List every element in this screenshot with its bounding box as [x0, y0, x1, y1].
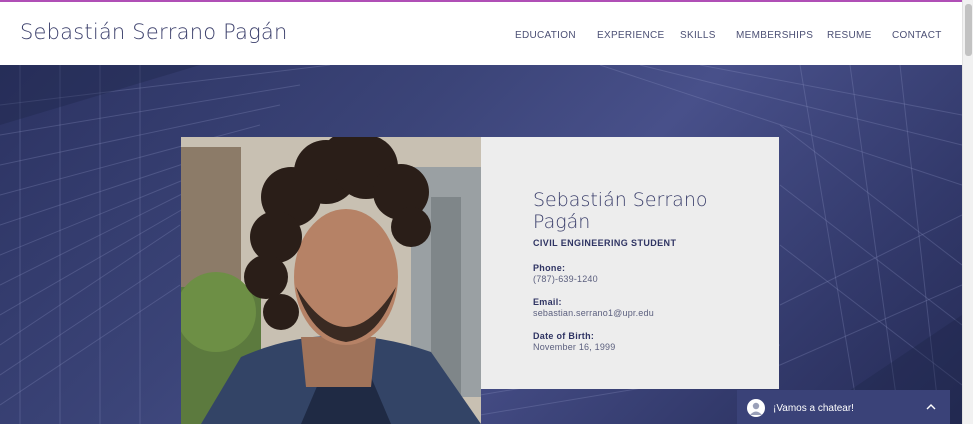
nav-experience[interactable]: EXPERIENCE — [597, 30, 664, 41]
chat-label: ¡Vamos a chatear! — [773, 403, 854, 414]
phone-label: Phone: — [533, 263, 566, 273]
site-header: Sebastián Serrano Pagán EDUCATION EXPERI… — [0, 2, 962, 65]
email-value: sebastian.serrano1@upr.edu — [533, 308, 654, 318]
scrollbar-thumb[interactable] — [965, 4, 972, 56]
hero-section: Sebastián Serrano Pagán CIVIL ENGINEERIN… — [0, 65, 962, 424]
profile-photo — [181, 137, 481, 424]
chat-widget[interactable]: ¡Vamos a chatear! — [737, 390, 950, 424]
profile-role: CIVIL ENGINEERING STUDENT — [533, 238, 677, 248]
user-icon — [747, 399, 765, 417]
nav-skills[interactable]: SKILLS — [680, 30, 716, 41]
dob-label: Date of Birth: — [533, 331, 595, 341]
page-scrollbar[interactable] — [962, 0, 973, 424]
nav-resume[interactable]: RESUME — [827, 30, 872, 41]
nav-memberships[interactable]: MEMBERSHIPS — [736, 30, 813, 41]
profile-card: Sebastián Serrano Pagán CIVIL ENGINEERIN… — [481, 137, 779, 389]
nav-contact[interactable]: CONTACT — [892, 30, 942, 41]
chevron-up-icon[interactable] — [925, 401, 937, 413]
main-nav: EDUCATION EXPERIENCE SKILLS MEMBERSHIPS … — [0, 30, 962, 44]
profile-name: Sebastián Serrano Pagán — [533, 189, 708, 233]
phone-value: (787)-639-1240 — [533, 274, 598, 284]
nav-education[interactable]: EDUCATION — [515, 30, 576, 41]
portrait-image — [181, 137, 481, 424]
email-label: Email: — [533, 297, 562, 307]
dob-value: November 16, 1999 — [533, 342, 616, 352]
